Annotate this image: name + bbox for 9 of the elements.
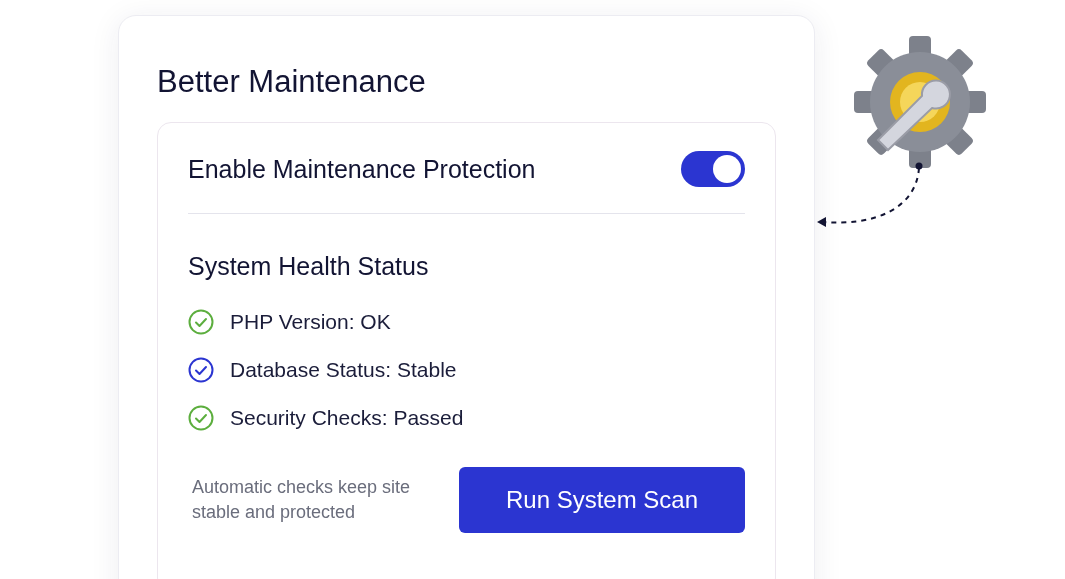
check-label: Database Status: Stable	[230, 358, 457, 382]
section-heading: System Health Status	[188, 252, 430, 281]
check-label: PHP Version: OK	[230, 310, 391, 334]
scan-button[interactable]: Run System Scan	[459, 467, 745, 533]
toggle-switch[interactable]	[681, 151, 745, 187]
card-title: Better Maintenance	[157, 64, 427, 100]
check-label: Security Checks: Passed	[230, 406, 464, 430]
toggle-label: Enable Maintenance Protection	[188, 154, 536, 184]
footer-note: Automatic checks keep site stable and protected	[191, 475, 412, 524]
